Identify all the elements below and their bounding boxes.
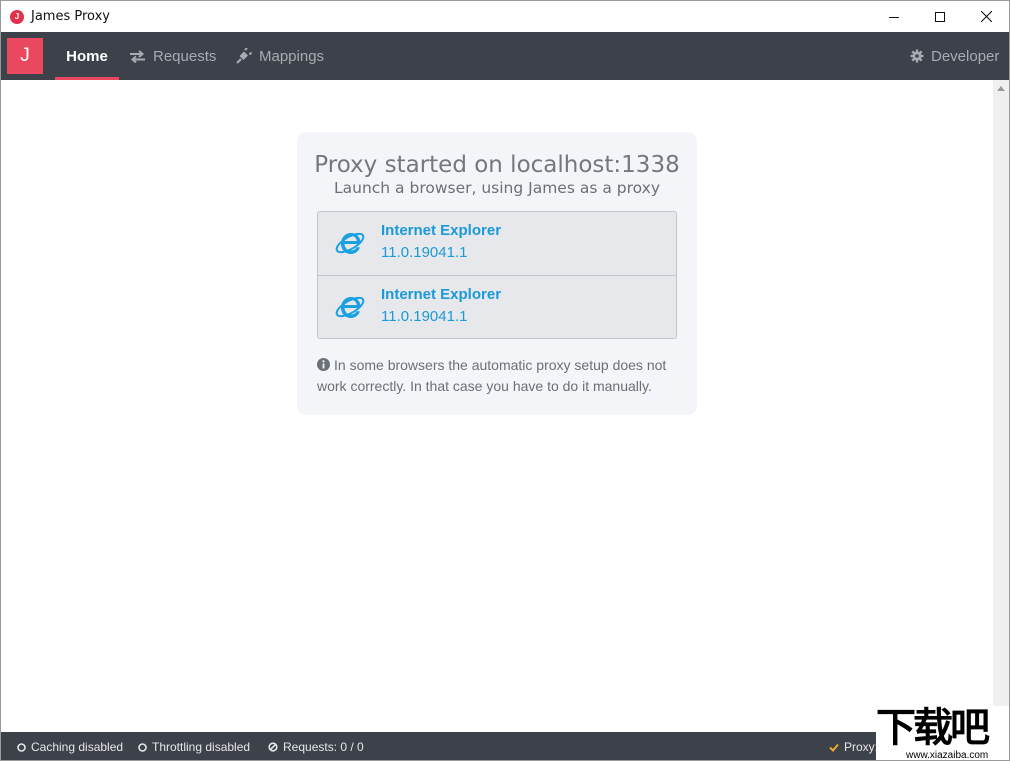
developer-label: Developer — [931, 47, 1000, 65]
caching-label: Caching disabled — [31, 740, 124, 754]
maximize-button[interactable] — [917, 1, 963, 32]
main-content: Proxy started on localhost:1338 Launch a… — [1, 80, 993, 732]
ban-icon — [268, 742, 278, 752]
throttling-label: Throttling disabled — [152, 740, 251, 754]
browser-name[interactable]: Internet Explorer — [381, 286, 501, 303]
status-bar: Caching disabled Throttling disabled Req… — [1, 732, 1009, 760]
watermark-url: www.xiazaiba.com — [906, 750, 989, 761]
title-bar[interactable]: J James Proxy — [1, 1, 1009, 32]
app-window: J James Proxy J Home Requests Mappings D… — [0, 0, 1010, 761]
watermark-logo: 下载吧 www.xiazaiba.com — [876, 705, 1009, 761]
plug-icon — [236, 48, 252, 64]
internet-explorer-icon — [335, 296, 365, 318]
throttling-status[interactable]: Throttling disabled — [138, 732, 251, 760]
proxy-status-card: Proxy started on localhost:1338 Launch a… — [297, 132, 697, 415]
window-title: James Proxy — [31, 9, 110, 24]
tab-home-label: Home — [66, 47, 108, 65]
page-title: Proxy started on localhost:1338 — [314, 152, 680, 178]
tab-home[interactable]: Home — [55, 32, 119, 80]
browser-name[interactable]: Internet Explorer — [381, 222, 501, 239]
vertical-scrollbar[interactable] — [993, 80, 1009, 732]
scroll-up-arrow-icon[interactable] — [997, 86, 1005, 91]
tab-requests[interactable]: Requests — [129, 32, 216, 80]
internet-explorer-icon — [335, 232, 365, 254]
check-icon — [829, 743, 839, 752]
note-text: In some browsers the automatic proxy set… — [317, 357, 667, 394]
browser-list: Internet Explorer 11.0.19041.1 Internet … — [317, 211, 677, 339]
proxy-status[interactable]: Proxy: — [829, 732, 879, 760]
circle-outline-icon — [17, 742, 26, 752]
minimize-icon — [889, 16, 899, 18]
window-controls — [871, 1, 1009, 32]
top-nav: J Home Requests Mappings Developer — [1, 32, 1009, 80]
page-subtitle: Launch a browser, using James as a proxy — [334, 179, 660, 197]
maximize-icon — [935, 11, 945, 22]
tab-mappings-label: Mappings — [259, 47, 325, 65]
requests-status[interactable]: Requests: 0 / 0 — [268, 732, 364, 760]
proxy-note: In some browsers the automatic proxy set… — [317, 355, 682, 397]
info-icon — [317, 358, 330, 371]
app-icon: J — [10, 9, 24, 24]
browser-version: 11.0.19041.1 — [381, 308, 468, 325]
caching-status[interactable]: Caching disabled — [17, 732, 124, 760]
gear-icon — [910, 49, 924, 63]
brand-logo[interactable]: J — [7, 38, 43, 74]
browser-version: 11.0.19041.1 — [381, 244, 468, 261]
close-icon — [980, 11, 992, 22]
browser-item-ie-2[interactable]: Internet Explorer 11.0.19041.1 — [318, 275, 676, 339]
requests-label: Requests: 0 / 0 — [283, 740, 364, 754]
circle-outline-icon — [138, 742, 147, 752]
exchange-arrows-icon — [130, 49, 145, 63]
tab-requests-label: Requests — [153, 47, 217, 65]
developer-menu[interactable]: Developer — [910, 32, 999, 80]
browser-item-ie-1[interactable]: Internet Explorer 11.0.19041.1 — [318, 212, 676, 275]
minimize-button[interactable] — [871, 1, 917, 32]
watermark-text: 下载吧 — [876, 705, 990, 751]
proxy-label: Proxy: — [844, 740, 879, 754]
tab-mappings[interactable]: Mappings — [235, 32, 324, 80]
close-button[interactable] — [963, 1, 1009, 32]
